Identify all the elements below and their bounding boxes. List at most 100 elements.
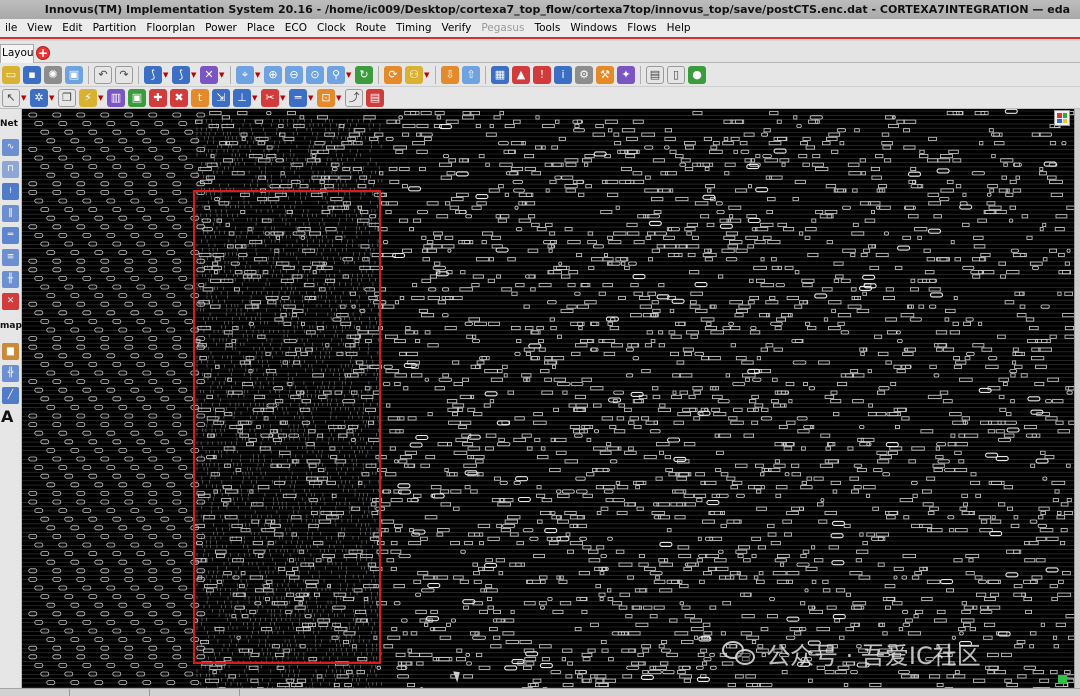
redo-icon[interactable]: ↷	[115, 65, 133, 84]
settings-gear-icon[interactable]: ✺	[44, 65, 62, 84]
menu-place[interactable]: Place	[242, 18, 280, 38]
net-label[interactable]: Net	[0, 119, 18, 129]
dropdown-arrow-icon[interactable]: ▼	[191, 71, 197, 79]
dropdown-arrow-icon[interactable]: ▼	[255, 71, 261, 79]
route-icon[interactable]: ⤴	[345, 88, 363, 107]
dropdown-arrow-icon[interactable]: ▼	[346, 71, 352, 79]
line-icon[interactable]: ╱	[2, 387, 19, 404]
shape-icon[interactable]: ╫	[2, 271, 19, 288]
group-icon[interactable]: ⚇	[405, 65, 423, 84]
toolbar-separator	[88, 65, 89, 84]
text-tool-icon[interactable]: t	[191, 88, 209, 107]
move-up-icon[interactable]: ⇧	[462, 65, 480, 84]
tab-layout[interactable]: Layout	[0, 44, 34, 63]
menu-ile[interactable]: ile	[0, 18, 22, 38]
dropdown-arrow-icon[interactable]: ▼	[163, 71, 169, 79]
add-icon[interactable]: ✚	[149, 88, 167, 107]
horizontal-wire-icon[interactable]: ═	[2, 227, 19, 244]
zoom-out-icon[interactable]: ⊖	[285, 65, 303, 84]
menu-view[interactable]: View	[22, 18, 57, 38]
notes-icon[interactable]: ▤	[646, 65, 664, 84]
menu-power[interactable]: Power	[200, 18, 242, 38]
dropdown-arrow-icon[interactable]: ▼	[252, 94, 258, 102]
select-arrow-icon[interactable]: ↖	[2, 88, 20, 107]
snap-icon[interactable]: ✲	[30, 88, 48, 107]
menu-help[interactable]: Help	[662, 18, 696, 38]
warning-icon[interactable]: !	[533, 65, 551, 84]
menu-partition[interactable]: Partition	[88, 18, 142, 38]
menu-route[interactable]: Route	[351, 18, 391, 38]
zoom-in-icon[interactable]: ⊕	[264, 65, 282, 84]
layer-palette-icon[interactable]	[1054, 110, 1070, 126]
delete-icon[interactable]: ✕	[2, 293, 19, 310]
zoom-selected-icon[interactable]: ⚲	[327, 65, 345, 84]
dropdown-arrow-icon[interactable]: ▼	[424, 71, 430, 79]
move-down-icon[interactable]: ⇩	[441, 65, 459, 84]
open-icon[interactable]: ▭	[2, 65, 20, 84]
add-tab-button[interactable]: +	[36, 46, 50, 60]
dehighlight-icon[interactable]: ✕	[200, 65, 218, 84]
pan-icon[interactable]: ↻	[355, 65, 373, 84]
menu-tools[interactable]: Tools	[529, 18, 565, 38]
vertical-wire-icon[interactable]: ‖	[2, 205, 19, 222]
menu-floorplan[interactable]: Floorplan	[141, 18, 200, 38]
grid-icon[interactable]: ╬	[2, 365, 19, 382]
dropdown-arrow-icon[interactable]: ▼	[49, 94, 55, 102]
zoom-area-icon[interactable]: ⊙	[306, 65, 324, 84]
tab-row: Layout +	[0, 41, 1080, 63]
merge-icon[interactable]: ⊡	[317, 88, 335, 107]
layout-drawing	[22, 109, 1074, 688]
save-as-icon[interactable]: ▣	[65, 65, 83, 84]
window-title: Innovus(TM) Implementation System 20.16 …	[0, 0, 1080, 19]
dropdown-arrow-icon[interactable]: ▼	[280, 94, 286, 102]
cut-icon[interactable]: ✂	[261, 88, 279, 107]
layer-icon[interactable]: ▣	[128, 88, 146, 107]
run-icon[interactable]: ●	[688, 65, 706, 84]
dropdown-arrow-icon[interactable]: ▼	[308, 94, 314, 102]
remove-icon[interactable]: ✖	[170, 88, 188, 107]
pin-icon[interactable]: ⟊	[2, 183, 19, 200]
copy-icon[interactable]: ❐	[58, 88, 76, 107]
layout-canvas[interactable]	[22, 109, 1074, 688]
menu-windows[interactable]: Windows	[565, 18, 622, 38]
dropdown-arrow-icon[interactable]: ▼	[336, 94, 342, 102]
info-icon[interactable]: i	[554, 65, 572, 84]
save-icon[interactable]: ▪	[23, 65, 41, 84]
select-net-icon[interactable]: ⟆	[144, 65, 162, 84]
bus-icon[interactable]: ≡	[2, 249, 19, 266]
hammer-icon[interactable]: ⚒	[596, 65, 614, 84]
violation-browser-icon[interactable]: ▲	[512, 65, 530, 84]
wire-icon[interactable]: ∿	[2, 139, 19, 156]
dropdown-arrow-icon[interactable]: ▼	[219, 71, 225, 79]
magic-icon[interactable]: ✦	[617, 65, 635, 84]
map-label[interactable]: map	[0, 321, 22, 331]
page-icon[interactable]: ▯	[667, 65, 685, 84]
wand-icon[interactable]: ⚡	[79, 88, 97, 107]
split-icon[interactable]: ═	[289, 88, 307, 107]
menu-eco[interactable]: ECO	[280, 18, 312, 38]
stretch-icon[interactable]: ⇲	[212, 88, 230, 107]
dropdown-arrow-icon[interactable]: ▼	[98, 94, 104, 102]
redraw-icon[interactable]: ⟳	[384, 65, 402, 84]
menu-timing[interactable]: Timing	[391, 18, 436, 38]
menu-clock[interactable]: Clock	[312, 18, 351, 38]
menu-flows[interactable]: Flows	[622, 18, 661, 38]
status-bar	[0, 688, 1080, 696]
menu-verify[interactable]: Verify	[437, 18, 477, 38]
menu-edit[interactable]: Edit	[57, 18, 87, 38]
highlight-icon[interactable]: ⟆	[172, 65, 190, 84]
ruler-icon[interactable]: ▥	[107, 88, 125, 107]
fit-view-icon[interactable]: ⌖	[236, 65, 254, 84]
align-icon[interactable]: ⊥	[233, 88, 251, 107]
bar-chart-icon[interactable]: ▆	[2, 343, 19, 360]
via-icon[interactable]: ⊓	[2, 161, 19, 178]
delete-wire-icon[interactable]: ▤	[366, 88, 384, 107]
dropdown-arrow-icon[interactable]: ▼	[21, 94, 27, 102]
resize-corner-icon[interactable]	[1058, 675, 1067, 684]
vertical-scrollbar[interactable]	[1074, 109, 1080, 688]
tools-icon[interactable]: ⚙	[575, 65, 593, 84]
table-icon[interactable]: ▦	[491, 65, 509, 84]
main-toolbar: ▭ ▪ ✺ ▣ ↶ ↷ ⟆ ▼ ⟆ ▼ ✕ ▼ ⌖ ▼ ⊕ ⊖ ⊙ ⚲ ▼ ↻ ⟳ ⚇ ▼ …	[0, 63, 1080, 87]
text-label[interactable]: A	[1, 407, 13, 426]
undo-icon[interactable]: ↶	[94, 65, 112, 84]
